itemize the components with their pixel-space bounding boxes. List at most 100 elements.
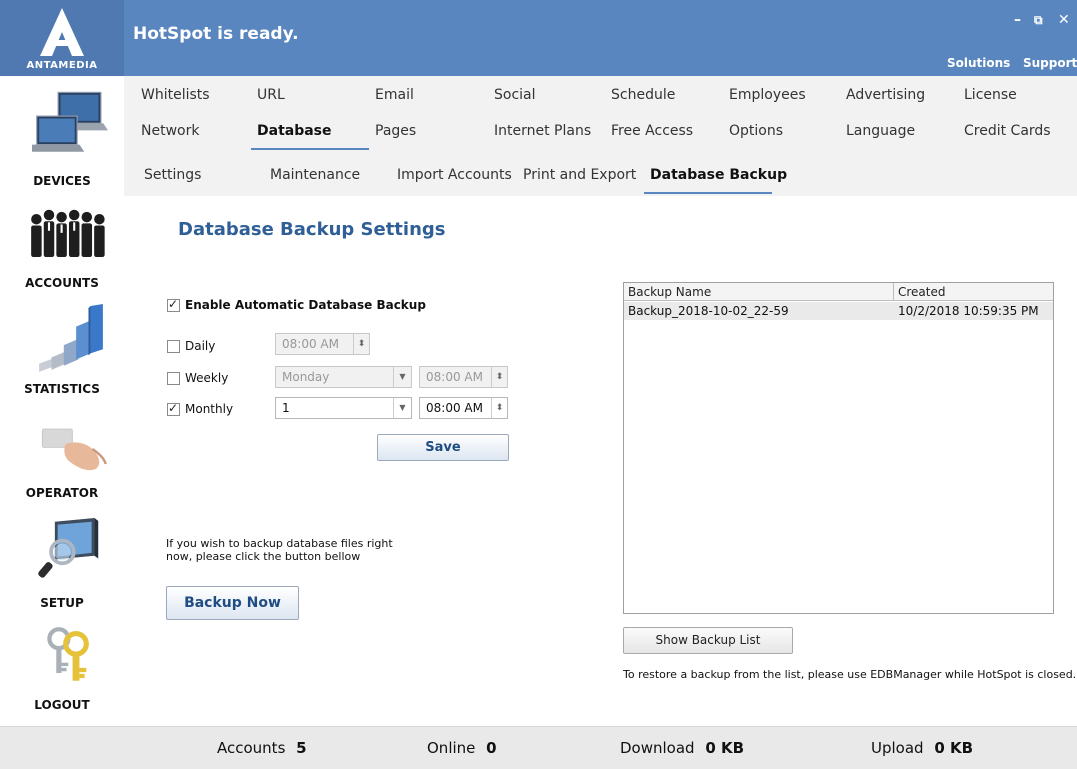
- upload-label: Upload: [871, 739, 924, 757]
- download-value: 0 KB: [705, 739, 745, 757]
- chevron-down-icon[interactable]: ▼: [393, 367, 411, 387]
- weekly-time-field[interactable]: 08:00 AM ⬍: [419, 366, 508, 388]
- download-label: Download: [620, 739, 695, 757]
- enable-backup-label: Enable Automatic Database Backup: [185, 298, 426, 312]
- sidebar-item-label: LOGOUT: [34, 698, 90, 712]
- sidebar-item-label: ACCOUNTS: [25, 276, 99, 290]
- main-panel: Database Backup Settings Enable Automati…: [124, 196, 1077, 726]
- download-stat: Download 0 KB: [620, 739, 744, 757]
- online-value: 0: [486, 739, 497, 757]
- online-stat: Online 0: [427, 739, 497, 757]
- backup-hint-line1: If you wish to backup database files rig…: [166, 537, 393, 550]
- spinner-icon[interactable]: ⬍: [491, 398, 507, 418]
- tab-schedule[interactable]: Schedule: [611, 87, 675, 103]
- app-status: HotSpot is ready.: [133, 24, 299, 44]
- accounts-stat: Accounts 5: [217, 739, 307, 757]
- statistics-icon: [39, 304, 103, 372]
- weekly-day-select[interactable]: Monday ▼: [275, 366, 412, 388]
- backup-list-table[interactable]: Backup Name Created Backup_2018-10-02_22…: [623, 282, 1054, 614]
- sidebar-item-logout[interactable]: LOGOUT: [0, 616, 124, 716]
- table-row[interactable]: Backup_2018-10-02_22-59 10/2/2018 10:59:…: [624, 302, 1053, 320]
- show-backup-list-button[interactable]: Show Backup List: [623, 627, 793, 654]
- sidebar-item-label: DEVICES: [33, 174, 91, 188]
- spinner-icon[interactable]: ⬍: [353, 334, 369, 354]
- tab-whitelists[interactable]: Whitelists: [141, 87, 210, 103]
- subtab-maintenance[interactable]: Maintenance: [270, 167, 360, 183]
- weekly-time-value: 08:00 AM: [426, 370, 483, 384]
- tab-advertising[interactable]: Advertising: [846, 87, 925, 103]
- tab-social[interactable]: Social: [494, 87, 536, 103]
- tab-database[interactable]: Database: [257, 123, 332, 139]
- logout-icon: [47, 627, 89, 681]
- monthly-time-value: 08:00 AM: [426, 401, 483, 415]
- spinner-icon[interactable]: ⬍: [491, 367, 507, 387]
- logo-a-icon: [40, 8, 84, 56]
- accounts-value: 5: [296, 739, 307, 757]
- daily-checkbox[interactable]: [167, 340, 180, 353]
- subtab-import-accounts[interactable]: Import Accounts: [397, 167, 512, 183]
- tab-options[interactable]: Options: [729, 123, 783, 139]
- active-tab-underline: [251, 148, 369, 150]
- accounts-label: Accounts: [217, 739, 286, 757]
- column-header-backup-name[interactable]: Backup Name: [624, 283, 894, 301]
- chevron-down-icon[interactable]: ▼: [393, 398, 411, 418]
- sidebar-item-setup[interactable]: SETUP: [0, 510, 124, 610]
- tab-network[interactable]: Network: [141, 123, 199, 139]
- daily-label: Daily: [185, 339, 216, 353]
- subtab-settings[interactable]: Settings: [144, 167, 201, 183]
- backup-name-cell: Backup_2018-10-02_22-59: [628, 304, 789, 318]
- sidebar-item-statistics[interactable]: STATISTICS: [0, 300, 124, 400]
- support-link[interactable]: Support: [1023, 56, 1077, 70]
- monthly-day-select[interactable]: 1 ▼: [275, 397, 412, 419]
- antamedia-logo: ANTAMEDIA: [0, 0, 124, 76]
- daily-time-field[interactable]: 08:00 AM ⬍: [275, 333, 370, 355]
- status-bar: Accounts 5 Online 0 Download 0 KB Upload…: [0, 726, 1077, 769]
- tab-license[interactable]: License: [964, 87, 1017, 103]
- backup-now-button[interactable]: Backup Now: [166, 586, 299, 620]
- weekly-day-value: Monday: [282, 370, 330, 384]
- tab-language[interactable]: Language: [846, 123, 915, 139]
- weekly-checkbox[interactable]: [167, 372, 180, 385]
- sidebar-item-devices[interactable]: DEVICES: [0, 80, 124, 188]
- sidebar-item-label: SETUP: [40, 596, 84, 610]
- monthly-label: Monthly: [185, 402, 234, 416]
- upload-value: 0 KB: [934, 739, 974, 757]
- page-title: Database Backup Settings: [178, 219, 446, 240]
- tab-credit-cards[interactable]: Credit Cards: [964, 123, 1051, 139]
- logo-text: ANTAMEDIA: [26, 60, 98, 71]
- active-subtab-underline: [644, 192, 772, 194]
- sidebar: DEVICES ACCOUNTS STATISTICS OPERATOR SET…: [0, 76, 124, 726]
- tab-internet-plans[interactable]: Internet Plans: [494, 123, 591, 139]
- solutions-link[interactable]: Solutions: [947, 56, 1010, 70]
- tab-free-access[interactable]: Free Access: [611, 123, 693, 139]
- backup-created-cell: 10/2/2018 10:59:35 PM: [898, 304, 1039, 318]
- tab-employees[interactable]: Employees: [729, 87, 806, 103]
- operator-icon: [41, 428, 107, 471]
- sidebar-item-operator[interactable]: OPERATOR: [0, 406, 124, 506]
- enable-backup-checkbox[interactable]: [167, 297, 180, 312]
- restore-button[interactable]: ⧉: [1034, 13, 1043, 28]
- subtab-database-backup[interactable]: Database Backup: [650, 167, 787, 183]
- close-button[interactable]: ✕: [1058, 12, 1070, 28]
- setup-icon: [38, 518, 99, 578]
- monthly-checkbox[interactable]: [167, 401, 180, 416]
- backup-hint-line2: now, please click the button bellow: [166, 550, 361, 563]
- tab-pages[interactable]: Pages: [375, 123, 416, 139]
- minimize-button[interactable]: –: [1014, 12, 1021, 28]
- daily-time-value: 08:00 AM: [282, 337, 339, 351]
- devices-icon: [32, 91, 108, 152]
- tab-url[interactable]: URL: [257, 87, 285, 103]
- online-label: Online: [427, 739, 476, 757]
- upload-stat: Upload 0 KB: [871, 739, 973, 757]
- tab-email[interactable]: Email: [375, 87, 414, 103]
- monthly-time-field[interactable]: 08:00 AM ⬍: [419, 397, 508, 419]
- sidebar-item-accounts[interactable]: ACCOUNTS: [0, 196, 124, 296]
- sidebar-item-label: STATISTICS: [24, 382, 100, 396]
- subtab-print-and-export[interactable]: Print and Export: [523, 167, 636, 183]
- monthly-day-value: 1: [282, 401, 290, 415]
- title-bar: ANTAMEDIA HotSpot is ready. – ⧉ ✕ Soluti…: [0, 0, 1077, 76]
- column-header-created[interactable]: Created: [894, 283, 1053, 301]
- sidebar-item-label: OPERATOR: [25, 486, 99, 500]
- settings-tab-bar: Whitelists URL Email Social Schedule Emp…: [124, 76, 1077, 196]
- save-button[interactable]: Save: [377, 434, 509, 461]
